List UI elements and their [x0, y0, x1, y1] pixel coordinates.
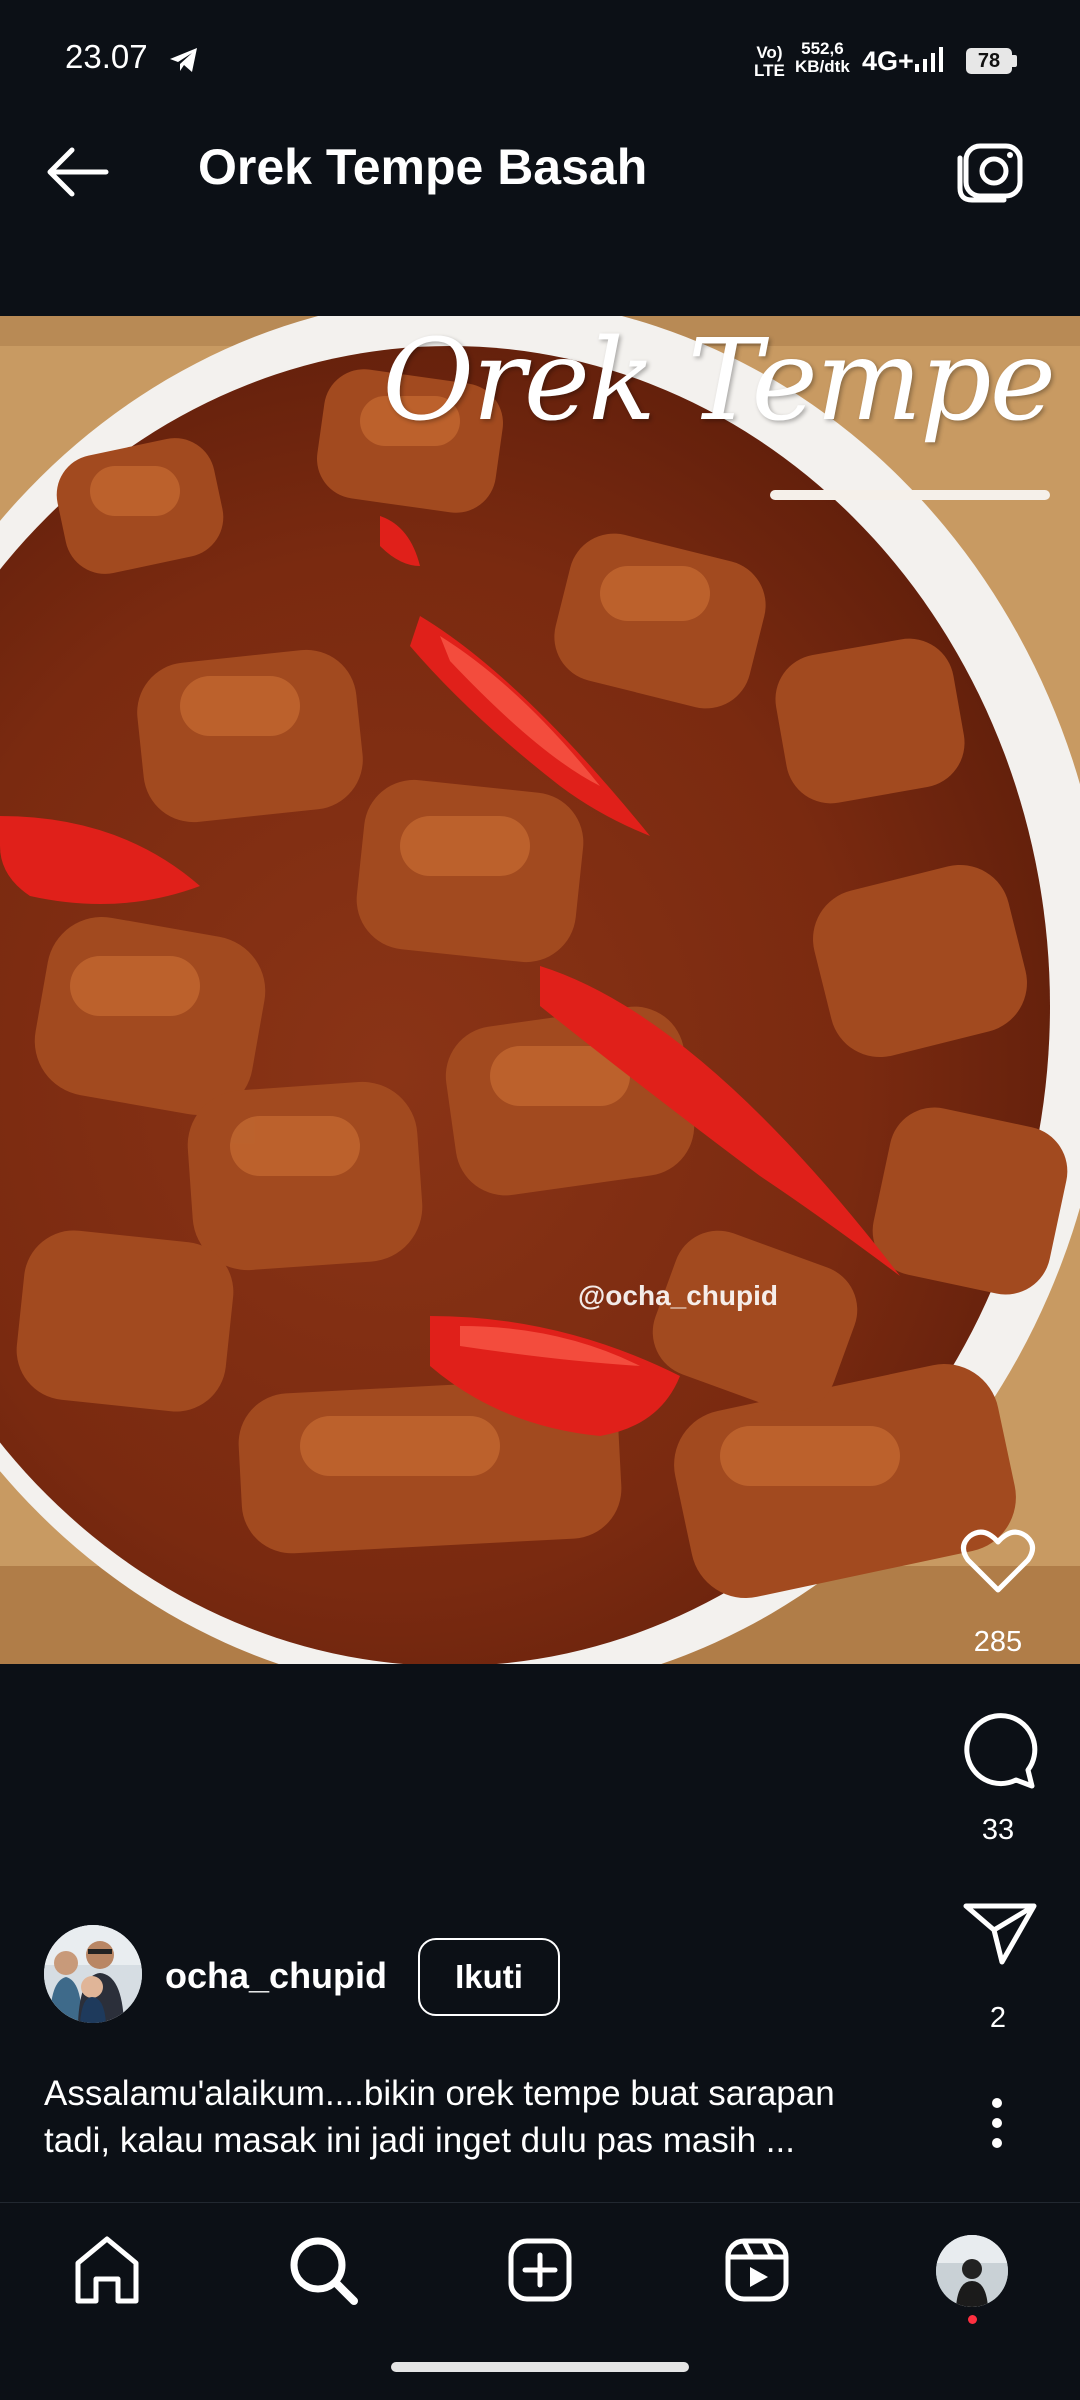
home-icon[interactable]: [62, 2225, 152, 2315]
follow-button[interactable]: Ikuti: [418, 1938, 560, 2016]
avatar[interactable]: [44, 1925, 142, 2023]
add-post-icon[interactable]: [495, 2225, 585, 2315]
search-icon[interactable]: [278, 2225, 368, 2315]
network-type: 4G+: [862, 46, 914, 76]
profile-avatar-picture: [936, 2235, 1008, 2307]
comment-icon[interactable]: [958, 1710, 1038, 1790]
heart-icon[interactable]: [960, 1528, 1036, 1594]
caption-line-2: tadi, kalau masak ini jadi inget dulu pa…: [44, 2121, 795, 2160]
post-caption[interactable]: Assalamu'alaikum....bikin orek tempe bua…: [44, 2070, 944, 2164]
caption-line-1: Assalamu'alaikum....bikin orek tempe bua…: [44, 2074, 835, 2113]
status-bar: 23.07 Vo) LTE 552,6 KB/dtk 4G+ 78: [0, 0, 1080, 92]
signal-icon: [915, 47, 943, 72]
bottom-navigation: [0, 2202, 1080, 2343]
like-count[interactable]: 285: [948, 1626, 1048, 1659]
page-title: Orek Tempe Basah: [198, 139, 648, 195]
food-photo-illustration: [0, 316, 1080, 1664]
post-photo[interactable]: Orek Tempe @ocha_chupid: [0, 316, 1080, 1664]
share-count[interactable]: 2: [948, 2002, 1048, 2035]
battery-icon: 78: [966, 48, 1012, 74]
arrow-left-icon[interactable]: [42, 142, 112, 202]
home-indicator[interactable]: [391, 2362, 689, 2372]
photo-watermark: @ocha_chupid: [578, 1280, 778, 1311]
volte-indicator: Vo) LTE: [754, 43, 785, 80]
telegram-icon: [170, 48, 197, 72]
more-vertical-icon[interactable]: [982, 2093, 1012, 2153]
status-time: 23.07: [65, 38, 148, 75]
camera-icon[interactable]: [954, 140, 1026, 206]
profile-avatar[interactable]: [936, 2235, 1008, 2307]
battery-tip: [1012, 55, 1017, 67]
comment-count[interactable]: 33: [948, 1814, 1048, 1847]
reels-icon[interactable]: [712, 2225, 802, 2315]
network-speed: 552,6 KB/dtk: [795, 39, 850, 76]
photo-overlay-title: Orek Tempe: [382, 316, 1056, 446]
send-icon[interactable]: [962, 1900, 1038, 1966]
avatar-picture: [44, 1925, 142, 2023]
post-username[interactable]: ocha_chupid: [165, 1955, 387, 1997]
notification-dot: [968, 2315, 977, 2324]
